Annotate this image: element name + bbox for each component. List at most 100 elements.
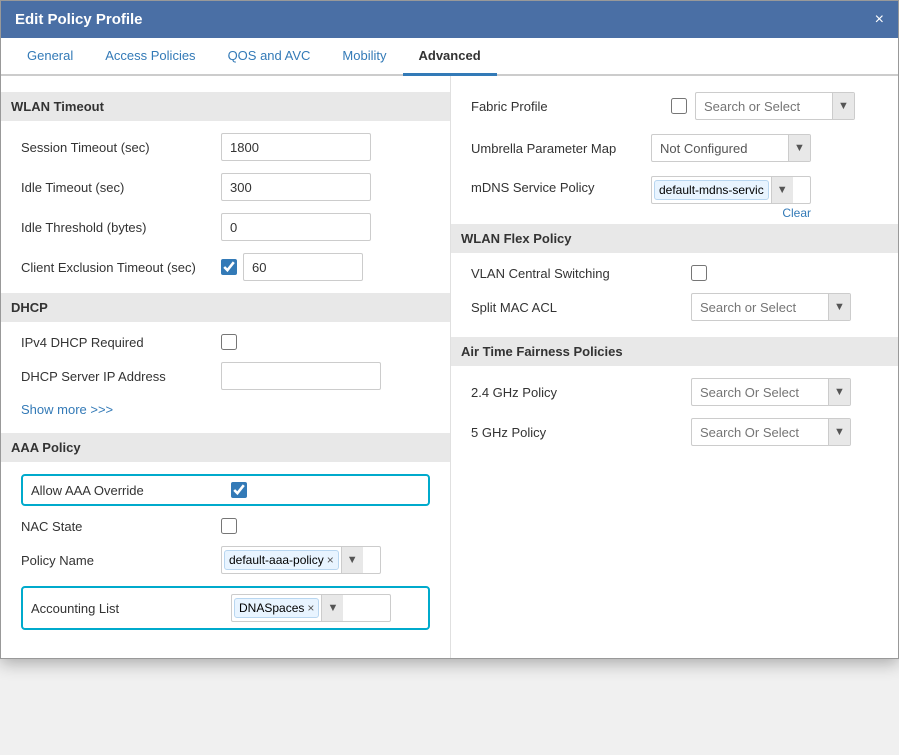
split-mac-dropdown-arrow-icon: ▼ xyxy=(834,301,845,313)
fabric-profile-select[interactable]: ▼ xyxy=(695,92,855,120)
split-mac-input[interactable] xyxy=(692,296,828,319)
policy-name-tag-text: default-aaa-policy xyxy=(229,553,324,567)
nac-state-row: NAC State xyxy=(21,518,430,534)
modal-title: Edit Policy Profile xyxy=(15,11,143,28)
mdns-label: mDNS Service Policy xyxy=(471,176,651,195)
accounting-list-tag: DNASpaces × xyxy=(234,598,319,618)
ghz24-dropdown-btn[interactable]: ▼ xyxy=(828,379,850,405)
tab-access-policies[interactable]: Access Policies xyxy=(89,38,211,76)
policy-name-dropdown-btn[interactable]: ▼ xyxy=(341,547,363,573)
umbrella-input[interactable] xyxy=(652,137,788,160)
mdns-tag-text: default-mdns-servic xyxy=(659,183,764,197)
policy-name-row: Policy Name default-aaa-policy × ▼ xyxy=(21,546,430,574)
air-time-header: Air Time Fairness Policies xyxy=(451,337,898,366)
policy-name-label: Policy Name xyxy=(21,553,221,568)
ipv4-dhcp-label: IPv4 DHCP Required xyxy=(21,335,221,350)
ghz5-dropdown-arrow-icon: ▼ xyxy=(834,426,845,438)
client-exclusion-checkbox[interactable] xyxy=(221,259,237,275)
vlan-switching-label: VLAN Central Switching xyxy=(471,266,691,281)
tab-qos-avc[interactable]: QOS and AVC xyxy=(212,38,327,76)
tab-advanced[interactable]: Advanced xyxy=(403,38,497,76)
left-panel: WLAN Timeout Session Timeout (sec) Idle … xyxy=(1,76,451,658)
fabric-profile-controls: ▼ xyxy=(671,92,855,120)
fabric-profile-label: Fabric Profile xyxy=(471,99,671,114)
mdns-dropdown-arrow-icon: ▼ xyxy=(777,184,788,196)
vlan-switching-row: VLAN Central Switching xyxy=(471,265,878,281)
nac-state-checkbox[interactable] xyxy=(221,518,237,534)
ghz24-select[interactable]: ▼ xyxy=(691,378,851,406)
idle-timeout-label: Idle Timeout (sec) xyxy=(21,180,221,195)
allow-aaa-row: Allow AAA Override xyxy=(31,482,420,498)
ghz24-dropdown-arrow-icon: ▼ xyxy=(834,386,845,398)
idle-threshold-input[interactable] xyxy=(221,213,371,241)
accounting-dropdown-arrow-icon: ▼ xyxy=(327,602,338,614)
nac-state-label: NAC State xyxy=(21,519,221,534)
clear-link[interactable]: Clear xyxy=(651,206,811,220)
umbrella-row: Umbrella Parameter Map ▼ xyxy=(471,134,878,162)
client-exclusion-input[interactable] xyxy=(243,253,363,281)
split-mac-select[interactable]: ▼ xyxy=(691,293,851,321)
tab-general[interactable]: General xyxy=(11,38,89,76)
umbrella-select[interactable]: ▼ xyxy=(651,134,811,162)
ipv4-dhcp-checkbox[interactable] xyxy=(221,334,237,350)
idle-timeout-input[interactable] xyxy=(221,173,371,201)
fabric-profile-row: Fabric Profile ▼ xyxy=(471,92,878,120)
vlan-switching-checkbox[interactable] xyxy=(691,265,707,281)
dhcp-server-label: DHCP Server IP Address xyxy=(21,369,221,384)
dhcp-server-row: DHCP Server IP Address xyxy=(21,362,430,390)
show-more-link[interactable]: Show more >>> xyxy=(21,402,430,417)
fabric-profile-checkbox[interactable] xyxy=(671,98,687,114)
dhcp-header: DHCP xyxy=(1,293,450,322)
session-timeout-label: Session Timeout (sec) xyxy=(21,140,221,155)
wlan-timeout-header: WLAN Timeout xyxy=(1,92,450,121)
wlan-flex-header: WLAN Flex Policy xyxy=(451,224,898,253)
split-mac-row: Split MAC ACL ▼ xyxy=(471,293,878,321)
fabric-dropdown-btn[interactable]: ▼ xyxy=(832,93,854,119)
close-button[interactable]: × xyxy=(875,12,884,28)
accounting-list-select[interactable]: DNASpaces × ▼ xyxy=(231,594,391,622)
session-timeout-input[interactable] xyxy=(221,133,371,161)
ghz24-row: 2.4 GHz Policy ▼ xyxy=(471,378,878,406)
dhcp-server-input[interactable] xyxy=(221,362,381,390)
umbrella-dropdown-btn[interactable]: ▼ xyxy=(788,135,810,161)
umbrella-label: Umbrella Parameter Map xyxy=(471,141,651,156)
fabric-dropdown-arrow-icon: ▼ xyxy=(838,100,849,112)
policy-name-tag: default-aaa-policy × xyxy=(224,550,339,570)
right-panel: Fabric Profile ▼ Umbrella Parameter Map xyxy=(451,76,898,658)
accounting-list-row-highlight: Accounting List DNASpaces × ▼ xyxy=(21,586,430,630)
mdns-dropdown-btn[interactable]: ▼ xyxy=(771,177,793,203)
aaa-policy-header: AAA Policy xyxy=(1,433,450,462)
ghz5-select[interactable]: ▼ xyxy=(691,418,851,446)
fabric-profile-input[interactable] xyxy=(696,95,832,118)
idle-threshold-label: Idle Threshold (bytes) xyxy=(21,220,221,235)
tab-mobility[interactable]: Mobility xyxy=(326,38,402,76)
accounting-list-dropdown-btn[interactable]: ▼ xyxy=(321,595,343,621)
accounting-list-remove-icon[interactable]: × xyxy=(307,602,314,614)
ipv4-dhcp-row: IPv4 DHCP Required xyxy=(21,334,430,350)
split-mac-label: Split MAC ACL xyxy=(471,300,691,315)
modal-header: Edit Policy Profile × xyxy=(1,1,898,38)
ghz24-label: 2.4 GHz Policy xyxy=(471,385,691,400)
ghz5-row: 5 GHz Policy ▼ xyxy=(471,418,878,446)
mdns-tag: default-mdns-servic xyxy=(654,180,769,200)
ghz5-dropdown-btn[interactable]: ▼ xyxy=(828,419,850,445)
ghz24-input[interactable] xyxy=(692,381,828,404)
split-mac-dropdown-btn[interactable]: ▼ xyxy=(828,294,850,320)
dropdown-arrow-icon: ▼ xyxy=(347,554,358,566)
accounting-list-label: Accounting List xyxy=(31,601,231,616)
idle-timeout-row: Idle Timeout (sec) xyxy=(21,173,430,201)
tab-bar: General Access Policies QOS and AVC Mobi… xyxy=(1,38,898,76)
accounting-list-row: Accounting List DNASpaces × ▼ xyxy=(31,594,420,622)
policy-name-select[interactable]: default-aaa-policy × ▼ xyxy=(221,546,381,574)
client-exclusion-label: Client Exclusion Timeout (sec) xyxy=(21,260,221,275)
umbrella-dropdown-arrow-icon: ▼ xyxy=(794,142,805,154)
mdns-select[interactable]: default-mdns-servic ▼ xyxy=(651,176,811,204)
idle-threshold-row: Idle Threshold (bytes) xyxy=(21,213,430,241)
allow-aaa-checkbox[interactable] xyxy=(231,482,247,498)
client-exclusion-row: Client Exclusion Timeout (sec) xyxy=(21,253,430,281)
session-timeout-row: Session Timeout (sec) xyxy=(21,133,430,161)
ghz5-label: 5 GHz Policy xyxy=(471,425,691,440)
allow-aaa-label: Allow AAA Override xyxy=(31,483,231,498)
ghz5-input[interactable] xyxy=(692,421,828,444)
policy-name-remove-icon[interactable]: × xyxy=(327,554,334,566)
